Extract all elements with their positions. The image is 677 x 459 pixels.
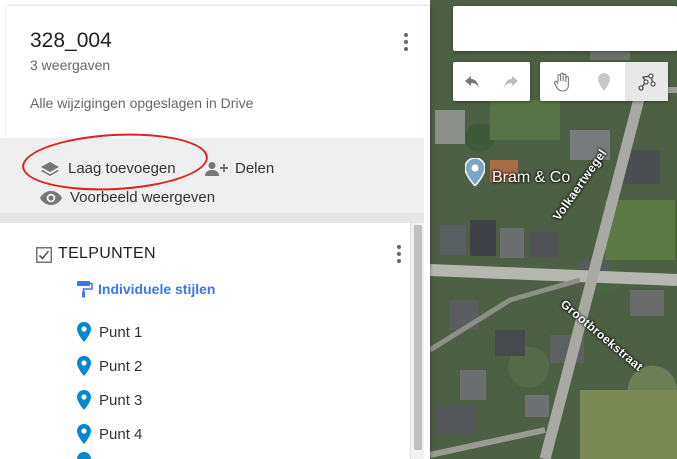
add-marker-button[interactable] (583, 62, 625, 101)
layer-options-menu-icon[interactable] (394, 243, 404, 265)
map-pin-icon (77, 356, 91, 376)
list-item-point-1[interactable]: Punt 1 (77, 322, 142, 342)
view-count: 3 weergaven (30, 57, 111, 73)
individual-styles-link[interactable]: Individuele stijlen (75, 280, 215, 298)
preview-button[interactable]: Voorbeeld weergeven (40, 189, 215, 206)
list-item-point-3[interactable]: Punt 3 (77, 390, 142, 410)
map-title[interactable]: 328_004 (30, 29, 112, 53)
point-label: Punt 1 (99, 323, 143, 341)
map-pin-icon (77, 390, 91, 410)
panel-divider (0, 213, 424, 223)
undo-button[interactable] (453, 62, 491, 101)
map-search-box[interactable] (453, 6, 677, 51)
list-item-point-4[interactable]: Punt 4 (77, 424, 142, 444)
place-label[interactable]: Bram & Co (492, 169, 570, 187)
point-label: Punt 3 (99, 391, 143, 409)
map-pin-icon (77, 424, 91, 444)
hand-icon (553, 72, 569, 92)
share-button[interactable]: Delen (205, 160, 274, 177)
map-pin-icon (77, 322, 91, 342)
scrollbar-thumb[interactable] (414, 225, 422, 450)
redo-button[interactable] (491, 62, 530, 101)
list-item-point-partial[interactable] (77, 452, 99, 459)
undo-icon (465, 75, 479, 88)
eye-icon (40, 190, 62, 205)
preview-label: Voorbeeld weergeven (70, 189, 216, 206)
marker-icon (598, 72, 610, 91)
layers-icon (40, 161, 60, 177)
draw-line-button[interactable] (625, 62, 668, 101)
add-layer-button[interactable]: Laag toevoegen (40, 160, 176, 177)
individual-styles-label: Individuele stijlen (98, 281, 216, 297)
map-toolbar-tools (540, 62, 668, 101)
place-marker-icon[interactable] (464, 157, 486, 191)
point-label: Punt 4 (99, 425, 143, 443)
draw-line-icon (637, 72, 656, 91)
select-tool-button[interactable] (540, 62, 583, 101)
panel-scrollbar[interactable] (410, 223, 424, 459)
map-pin-icon (77, 452, 91, 459)
layer-visibility-checkbox[interactable] (36, 247, 52, 268)
paint-roller-icon (75, 280, 93, 298)
share-label: Delen (235, 160, 275, 177)
save-status: Alle wijzigingen opgeslagen in Drive (30, 95, 254, 111)
add-layer-label: Laag toevoegen (68, 160, 176, 177)
map-toolbar-history (453, 62, 530, 101)
layer-title[interactable]: TELPUNTEN (58, 245, 156, 263)
map-options-menu-icon[interactable] (401, 31, 411, 53)
redo-icon (503, 75, 518, 88)
add-person-icon (205, 161, 229, 177)
list-item-point-2[interactable]: Punt 2 (77, 356, 142, 376)
point-label: Punt 2 (99, 357, 143, 375)
